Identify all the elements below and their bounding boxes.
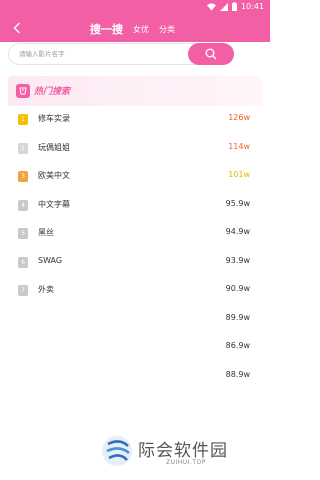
item-count: 86.9w [225, 341, 250, 350]
status-bar: 10:41 [0, 0, 270, 14]
list-item[interactable]: 86.9w [8, 334, 262, 363]
search-box [8, 43, 234, 65]
watermark-text: 际会软件园 [138, 441, 228, 461]
list-item[interactable]: 6 SWAG 93.9w [8, 249, 262, 278]
list-item[interactable]: 2 玩偶姐姐 114w [8, 135, 262, 164]
watermark-logo-icon [100, 434, 134, 468]
rank-badge: 7 [18, 285, 28, 296]
list-item[interactable]: 89.9w [8, 306, 262, 335]
item-count: 126w [228, 113, 250, 122]
item-name: 外卖 [38, 285, 54, 294]
search-input[interactable] [19, 47, 189, 61]
list-item[interactable]: 1 修车实录 126w [8, 106, 262, 135]
search-icon [205, 45, 217, 64]
wifi-icon [206, 2, 216, 11]
back-button[interactable] [8, 19, 26, 37]
tab-actresses[interactable]: 女优 [133, 24, 149, 38]
list-item[interactable]: 88.9w [8, 363, 262, 392]
signal-icon [219, 2, 228, 11]
list-item[interactable]: 3 欧美中文 101w [8, 163, 262, 192]
item-count: 114w [228, 141, 250, 151]
top-nav: 搜一搜 女优 分类 [0, 14, 270, 42]
list-item[interactable]: 5 黑丝 94.9w [8, 220, 262, 249]
rank-badge: 3 [18, 171, 28, 182]
item-count: 89.9w [225, 312, 250, 322]
tab-categories[interactable]: 分类 [159, 24, 175, 38]
item-count: 90.9w [225, 284, 250, 293]
item-name: 修车实录 [38, 114, 70, 123]
item-count: 88.9w [225, 369, 250, 379]
rank-badge: 5 [18, 228, 28, 239]
status-time: 10:41 [240, 2, 264, 11]
item-name: 欧美中文 [38, 171, 70, 180]
hot-search-title: 热门搜索 [34, 87, 71, 97]
status-right: 10:41 [206, 2, 264, 11]
item-name: SWAG [38, 255, 63, 265]
hot-badge-icon [16, 84, 30, 98]
item-count: 101w [228, 170, 250, 179]
rank-badge: 4 [18, 199, 28, 211]
hot-search-list: 1 修车实录 126w 2 玩偶姐姐 114w 3 欧美中文 101w 4 中文… [8, 106, 262, 391]
tab-search[interactable]: 搜一搜 [90, 21, 123, 38]
item-count: 93.9w [225, 255, 250, 265]
item-count: 95.9w [225, 198, 250, 208]
rank-badge: 2 [18, 142, 28, 154]
item-name: 玩偶姐姐 [38, 142, 70, 152]
list-item[interactable]: 7 外卖 90.9w [8, 277, 262, 306]
watermark: 际会软件园 ZUIHUI.TOP [100, 432, 250, 472]
hot-search-header: 热门搜索 [8, 76, 262, 106]
item-count: 94.9w [225, 227, 250, 236]
watermark-subtext: ZUIHUI.TOP [166, 459, 206, 466]
battery-icon [231, 2, 237, 11]
search-button[interactable] [188, 43, 234, 65]
search-bar [0, 42, 270, 66]
list-item[interactable]: 4 中文字幕 95.9w [8, 192, 262, 221]
rank-badge: 1 [18, 114, 28, 125]
item-name: 中文字幕 [38, 199, 70, 209]
tab-group: 搜一搜 女优 分类 [90, 18, 175, 38]
rank-badge: 6 [18, 256, 28, 268]
chevron-left-icon [13, 19, 21, 38]
item-name: 黑丝 [38, 228, 54, 237]
